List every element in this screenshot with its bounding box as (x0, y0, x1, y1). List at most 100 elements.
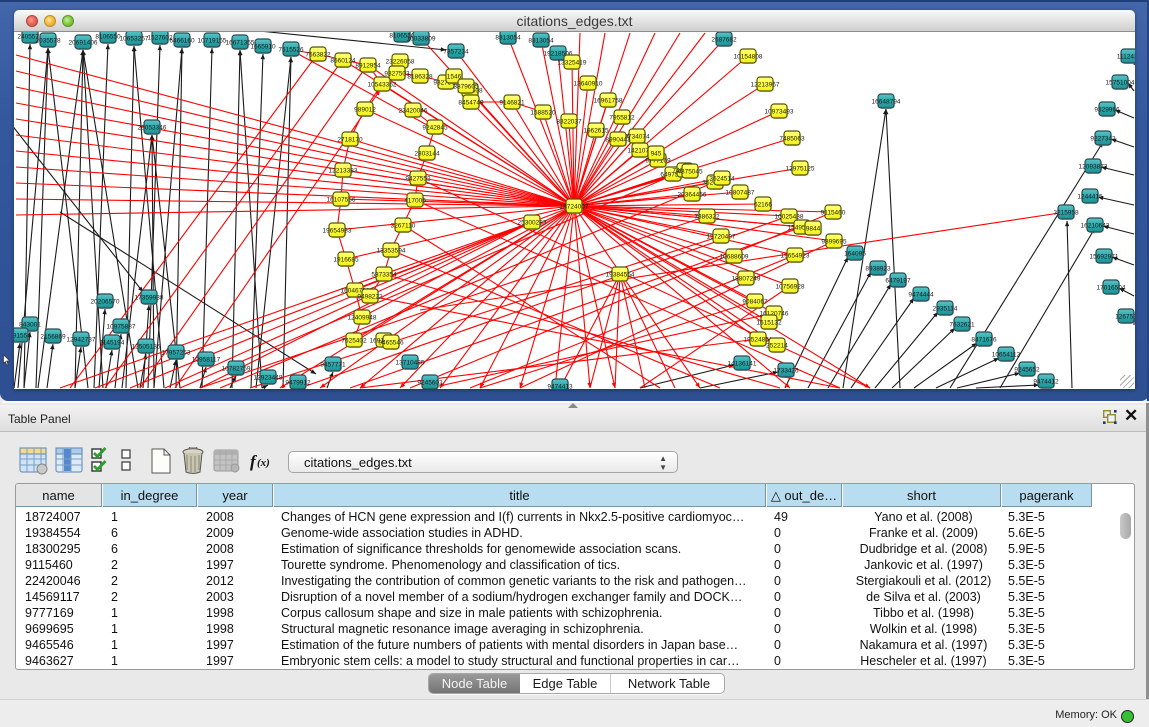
svg-text:10654112: 10654112 (992, 352, 1021, 359)
svg-text:10975887: 10975887 (107, 324, 136, 331)
svg-text:8813054: 8813054 (528, 38, 554, 45)
svg-text:1962615: 1962615 (583, 128, 609, 135)
svg-text:8912954: 8912954 (355, 63, 381, 70)
svg-text:7955812: 7955812 (609, 115, 635, 122)
svg-text:10688609: 10688609 (720, 254, 749, 261)
svg-text:1244415: 1244415 (1077, 194, 1103, 201)
svg-text:9474412: 9474412 (1033, 379, 1059, 386)
svg-text:13710485: 13710485 (396, 360, 425, 367)
svg-text:13325419: 13325419 (558, 60, 587, 67)
svg-text:164095: 164095 (844, 251, 866, 258)
svg-text:2035578: 2035578 (35, 38, 61, 45)
svg-text:15751004: 15751004 (1106, 80, 1135, 87)
svg-text:3267110: 3267110 (391, 223, 416, 230)
svg-text:6466160: 6466160 (169, 38, 195, 45)
svg-text:9457771: 9457771 (320, 362, 346, 369)
svg-text:2687682: 2687682 (711, 37, 737, 44)
svg-text:10958117: 10958117 (192, 357, 221, 364)
svg-text:8186328: 8186328 (407, 74, 433, 81)
svg-text:17016504: 17016504 (1097, 285, 1126, 292)
svg-text:7515526: 7515526 (278, 47, 304, 54)
svg-text:1615132: 1615132 (756, 320, 782, 327)
svg-text:10807487: 10807487 (726, 190, 755, 197)
svg-text:10756928: 10756928 (776, 284, 805, 291)
svg-text:9115460: 9115460 (821, 210, 846, 217)
svg-text:13353594: 13353594 (377, 248, 406, 255)
svg-text:7357234: 7357234 (443, 49, 469, 56)
svg-text:10782759: 10782759 (222, 366, 251, 373)
svg-text:391554: 391554 (14, 333, 31, 340)
svg-text:20364456: 20364456 (678, 192, 707, 199)
svg-text:7632621: 7632621 (949, 322, 975, 329)
svg-text:18724007: 18724007 (560, 204, 589, 211)
svg-text:5873354: 5873354 (371, 272, 397, 279)
svg-text:12975125: 12975125 (786, 166, 815, 173)
svg-text:2935114: 2935114 (933, 306, 958, 313)
svg-text:9227342: 9227342 (1090, 136, 1116, 143)
svg-text:23420046: 23420046 (399, 108, 428, 115)
svg-text:19654923: 19654923 (781, 253, 810, 260)
svg-text:17957253: 17957253 (162, 350, 191, 357)
svg-text:2803144: 2803144 (414, 151, 440, 158)
svg-text:7386322: 7386322 (694, 214, 720, 221)
svg-text:12942737: 12942737 (67, 337, 96, 344)
svg-text:8471676: 8471676 (971, 337, 997, 344)
svg-text:12213383: 12213383 (329, 168, 358, 175)
svg-text:1588520: 1588520 (530, 110, 556, 117)
svg-text:3215958: 3215958 (1053, 210, 1079, 217)
svg-text:12505135: 12505135 (132, 344, 161, 351)
svg-text:8990443: 8990443 (605, 137, 631, 144)
svg-text:20691406: 20691406 (69, 40, 98, 47)
svg-text:10154808: 10154808 (734, 54, 763, 61)
svg-text:62166: 62166 (754, 202, 772, 209)
svg-text:9327503: 9327503 (384, 71, 410, 78)
svg-text:10973493: 10973493 (765, 109, 794, 116)
svg-text:14136141: 14136141 (728, 361, 757, 368)
svg-text:19384554: 19384554 (606, 272, 635, 279)
svg-text:12409948: 12409948 (348, 315, 377, 322)
svg-text:1733426: 1733426 (773, 368, 799, 375)
svg-text:29053346: 29053346 (138, 125, 167, 132)
svg-text:9498222: 9498222 (357, 294, 383, 301)
svg-text:16961758: 16961758 (594, 98, 623, 105)
svg-text:4875045: 4875045 (677, 169, 703, 176)
svg-text:1916685: 1916685 (333, 257, 359, 264)
svg-text:10653257: 10653257 (120, 36, 149, 43)
svg-text:16107556: 16107556 (327, 197, 356, 204)
svg-text:13640910: 13640910 (574, 81, 603, 88)
svg-text:10543362: 10543362 (368, 82, 397, 89)
svg-text:25300283: 25300283 (518, 220, 547, 227)
svg-text:16033809: 16033809 (407, 36, 436, 43)
svg-text:8660124: 8660124 (330, 58, 356, 65)
svg-text:8938923: 8938923 (865, 266, 891, 273)
svg-text:9242845: 9242845 (422, 125, 448, 132)
svg-text:20206570: 20206570 (91, 299, 120, 306)
svg-text:126753: 126753 (1115, 314, 1135, 321)
svg-text:8106550: 8106550 (95, 34, 121, 41)
svg-text:8454749: 8454749 (458, 100, 484, 107)
svg-text:19654983: 19654983 (323, 228, 352, 235)
svg-text:9474413: 9474413 (547, 384, 573, 390)
svg-text:8813054: 8813054 (495, 35, 521, 42)
svg-text:23226058: 23226058 (386, 59, 415, 66)
svg-text:989012: 989012 (354, 107, 376, 114)
svg-text:18807249: 18807249 (732, 276, 761, 283)
svg-text:6479197: 6479197 (885, 278, 911, 285)
svg-text:3624514: 3624514 (709, 176, 735, 183)
svg-text:1145194: 1145194 (100, 340, 125, 347)
svg-text:1112437: 1112437 (1117, 54, 1135, 61)
svg-text:12923448: 12923448 (254, 375, 283, 382)
svg-text:7625402: 7625402 (341, 338, 367, 345)
svg-text:12093873: 12093873 (1079, 164, 1108, 171)
svg-text:9245602: 9245602 (417, 380, 443, 387)
svg-text:15720407: 15720407 (707, 234, 736, 241)
svg-text:9465546: 9465546 (378, 340, 404, 347)
svg-text:7485063: 7485063 (779, 136, 805, 143)
svg-text:15692971: 15692971 (1090, 254, 1119, 261)
svg-text:16210643: 16210643 (1081, 223, 1110, 230)
svg-text:3879605: 3879605 (453, 84, 479, 91)
svg-text:9427552: 9427552 (405, 176, 431, 183)
svg-text:9474444: 9474444 (908, 292, 934, 299)
svg-text:252214: 252214 (766, 343, 788, 350)
svg-text:1665910: 1665910 (250, 44, 276, 51)
